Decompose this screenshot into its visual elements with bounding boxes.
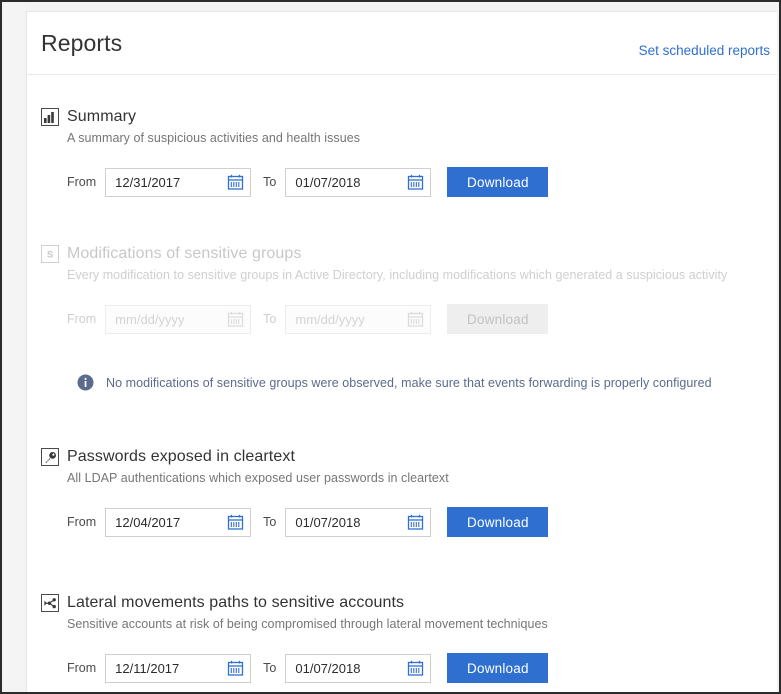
calendar-icon[interactable] [227,174,244,191]
report-title: Passwords exposed in cleartext [67,448,295,465]
set-scheduled-reports-link[interactable]: Set scheduled reports [639,43,770,58]
report-header: Lateral movements paths to sensitive acc… [41,593,777,633]
report-controls: From 12/11/2017 To 01/07/2018 Download [41,653,777,683]
to-label: To [263,312,277,326]
panel-header: Reports Set scheduled reports [27,12,777,75]
report-header: Summary A summary of suspicious activiti… [41,107,777,147]
calendar-icon[interactable] [227,514,244,531]
report-title: Summary [67,108,137,125]
report-header: S Modifications of sensitive groups Ever… [41,244,777,284]
to-date-value: 01/07/2018 [295,174,361,190]
to-date-input[interactable]: 01/07/2018 [285,507,432,537]
report-item-lateral-movement: Lateral movements paths to sensitive acc… [27,537,777,683]
report-controls: From mm/dd/yyyy To mm/dd/yyyy Download [41,304,777,334]
bar-chart-icon [41,108,59,126]
calendar-icon[interactable] [227,660,244,677]
info-icon [77,374,94,391]
report-controls: From 12/31/2017 To 01/07/2018 Download [41,167,777,197]
report-title: Modifications of sensitive groups [67,245,302,262]
to-date-value: 01/07/2018 [295,660,361,676]
download-button[interactable]: Download [447,653,549,683]
key-icon [41,448,59,466]
calendar-icon[interactable] [407,660,424,677]
from-date-value: mm/dd/yyyy [115,311,185,327]
download-button: Download [447,304,549,334]
report-item-cleartext-passwords: Passwords exposed in cleartext All LDAP … [27,391,777,537]
from-label: From [67,312,97,326]
from-label: From [67,175,97,189]
to-label: To [263,515,277,529]
report-description: A summary of suspicious activities and h… [67,131,361,145]
from-date-input[interactable]: mm/dd/yyyy [105,304,252,334]
to-label: To [263,661,277,675]
left-gutter [4,4,26,690]
report-description: Every modification to sensitive groups i… [67,268,728,282]
report-header: Passwords exposed in cleartext All LDAP … [41,447,777,487]
from-date-input[interactable]: 12/11/2017 [105,653,252,683]
to-date-value: mm/dd/yyyy [295,311,365,327]
report-controls: From 12/04/2017 To 01/07/2018 Download [41,507,777,537]
calendar-icon[interactable] [407,174,424,191]
from-date-value: 12/04/2017 [115,514,181,530]
to-date-input[interactable]: mm/dd/yyyy [285,304,432,334]
from-date-input[interactable]: 12/31/2017 [105,167,252,197]
to-date-input[interactable]: 01/07/2018 [285,653,432,683]
from-date-input[interactable]: 12/04/2017 [105,507,252,537]
report-item-sensitive-groups: S Modifications of sensitive groups Ever… [27,197,777,391]
to-label: To [263,175,277,189]
app-window: Reports Set scheduled reports Summary A … [0,0,781,694]
report-description: All LDAP authentications which exposed u… [67,471,449,485]
download-button[interactable]: Download [447,507,549,537]
calendar-icon [407,311,424,328]
svg-text:S: S [47,250,53,261]
page-title: Reports [41,30,123,56]
info-message-text: No modifications of sensitive groups wer… [106,375,712,390]
from-date-value: 12/11/2017 [115,660,180,676]
report-item-summary: Summary A summary of suspicious activiti… [27,85,777,197]
reports-list: Summary A summary of suspicious activiti… [27,75,777,683]
sensitive-group-icon: S [41,245,59,263]
from-label: From [67,515,97,529]
calendar-icon[interactable] [407,514,424,531]
from-date-value: 12/31/2017 [115,174,181,190]
to-date-input[interactable]: 01/07/2018 [285,167,432,197]
calendar-icon [227,311,244,328]
reports-panel: Reports Set scheduled reports Summary A … [26,11,777,692]
report-title: Lateral movements paths to sensitive acc… [67,594,405,611]
lateral-movement-icon [41,594,59,612]
from-label: From [67,661,97,675]
report-description: Sensitive accounts at risk of being comp… [67,617,548,631]
download-button[interactable]: Download [447,167,549,197]
to-date-value: 01/07/2018 [295,514,361,530]
info-message: No modifications of sensitive groups wer… [41,374,777,391]
